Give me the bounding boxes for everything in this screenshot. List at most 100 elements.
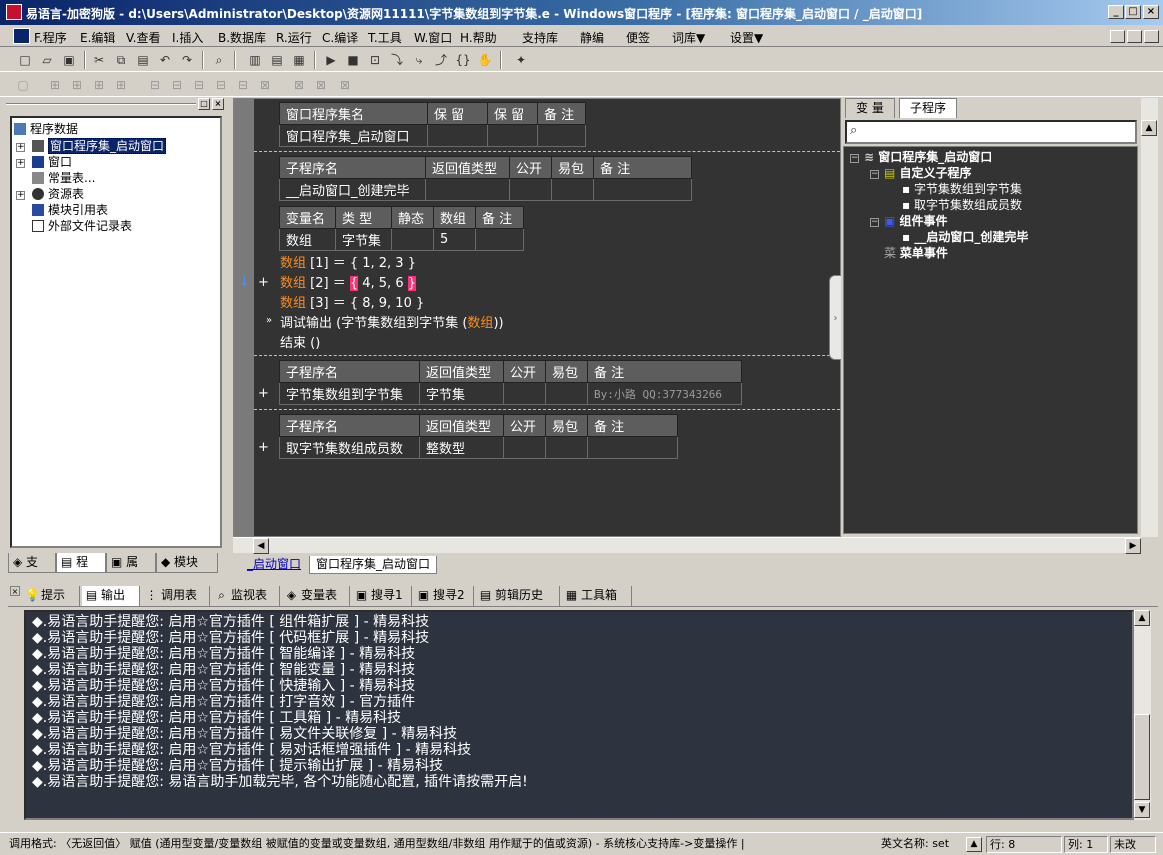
align-right-icon[interactable]: ⊞	[68, 76, 86, 94]
expand-icon[interactable]: +	[16, 191, 25, 200]
project-tree[interactable]: 程序数据 + 窗口程序集_启动窗口 + 窗口 常量表... + 资源表 模块引用…	[10, 116, 222, 548]
hand-icon[interactable]: ✋	[476, 51, 494, 69]
same-size-icon[interactable]: ⊟	[234, 76, 252, 94]
open-folder-icon[interactable]: ▱	[38, 51, 56, 69]
panel-collapse-handle[interactable]: ›	[829, 275, 841, 360]
output-vertical-scrollbar[interactable]: ▲ ▼	[1134, 610, 1151, 820]
tab-clipboard-history[interactable]: ▤ 剪辑历史	[476, 586, 560, 606]
menu-window[interactable]: W.窗口	[414, 29, 452, 46]
tab-support[interactable]: ◈ 支	[8, 553, 56, 573]
scroll-right-arrow-icon[interactable]: ▶	[1125, 538, 1141, 554]
tree-item-program-data[interactable]: 程序数据	[14, 121, 78, 137]
output-panel[interactable]: ◆.易语言助手提醒您: 启用☆官方插件 [ 组件箱扩展 ] - 精易科技 ◆.易…	[24, 610, 1134, 820]
code-line[interactable]: 数组 [3] ＝ { 8, 9, 10 }	[280, 295, 424, 313]
menu-help[interactable]: H.帮助	[460, 29, 497, 46]
menu-tools[interactable]: T.工具	[368, 29, 402, 46]
remark-cell[interactable]: By:小路 QQ:377343266	[587, 382, 742, 405]
space-vertical-icon[interactable]: ⊠	[290, 76, 308, 94]
epkg-cell[interactable]	[545, 382, 588, 405]
minimize-button[interactable]: _	[1108, 5, 1124, 19]
menu-insert[interactable]: I.插入	[172, 29, 203, 46]
tree-item-menu-events[interactable]: 菜 菜单事件	[884, 245, 948, 261]
layout2-icon[interactable]: ▤	[268, 51, 286, 69]
align-bottom-icon[interactable]: ⊞	[112, 76, 130, 94]
menu-edit[interactable]: E.编辑	[80, 29, 115, 46]
public-cell[interactable]	[509, 178, 552, 201]
array-cell[interactable]: 5	[433, 228, 476, 251]
menu-notes[interactable]: 便签	[626, 29, 650, 46]
close-button[interactable]: ×	[1143, 5, 1159, 19]
code-line[interactable]: 调试输出 (字节集数组到字节集 (数组))	[280, 315, 504, 333]
tree-item-assembly[interactable]: ≋ 窗口程序集_启动窗口	[864, 149, 992, 165]
tab-search2[interactable]: ▣ 搜寻2	[414, 586, 474, 606]
var-name-cell[interactable]: 数组	[279, 228, 336, 251]
remark-cell[interactable]	[587, 436, 678, 459]
center-horizontal-icon[interactable]: ⊟	[146, 76, 164, 94]
reserved-cell-1[interactable]	[427, 124, 488, 147]
plugin-icon[interactable]: ✦	[512, 51, 530, 69]
panel-close-button[interactable]: ×	[212, 98, 224, 110]
space-horizontal-icon[interactable]: ⊠	[256, 76, 274, 94]
find-icon[interactable]: ⌕	[210, 51, 228, 69]
step-out-icon[interactable]: ⤴	[432, 51, 450, 69]
copy-icon[interactable]: ⧉	[112, 51, 130, 69]
scroll-left-arrow-icon[interactable]: ◀	[253, 538, 269, 554]
same-height-icon[interactable]: ⊟	[212, 76, 230, 94]
tree-item-module-refs[interactable]: 模块引用表	[32, 202, 108, 218]
reserved-cell-2[interactable]	[487, 124, 538, 147]
tree-item-event[interactable]: ▪ __启动窗口_创建完毕	[902, 229, 1028, 245]
editor-horizontal-scrollbar[interactable]: ◀ ▶	[233, 537, 1141, 554]
tree-item-constants[interactable]: 常量表...	[32, 170, 95, 186]
tree-item-component-events[interactable]: ▣ 组件事件	[884, 213, 948, 229]
menu-compile[interactable]: C.编译	[322, 29, 358, 46]
subroutine-tree[interactable]: − ≋ 窗口程序集_启动窗口 − ▤ 自定义子程序 ▪ 字节集数组到字节集 ▪ …	[843, 146, 1138, 534]
scroll-down-arrow-icon[interactable]: ▼	[1134, 802, 1150, 818]
epkg-cell[interactable]	[551, 178, 594, 201]
bottom-panel-close-button[interactable]: ×	[10, 586, 20, 596]
expand-plus-icon[interactable]: +	[258, 275, 269, 290]
paste-icon[interactable]: ▤	[134, 51, 152, 69]
menu-settings[interactable]: 设置▼	[730, 29, 763, 46]
code-line[interactable]: 数组 [1] ＝ { 1, 2, 3 }	[280, 255, 416, 273]
tab-call-table[interactable]: ⋮ 调用表	[142, 586, 210, 606]
tab-variable-table[interactable]: ◈ 变量表	[282, 586, 350, 606]
center-vertical-icon[interactable]: ⊟	[168, 76, 186, 94]
tab-watch[interactable]: ⌕ 监视表	[212, 586, 280, 606]
tree-item-sub[interactable]: ▪ 字节集数组到字节集	[902, 181, 1022, 197]
run-icon[interactable]: ▶	[322, 51, 340, 69]
menu-static-compile[interactable]: 静编	[580, 29, 604, 46]
step-over-icon[interactable]: ⤷	[410, 51, 428, 69]
code-line[interactable]: 数组 [2] ＝ { 4, 5, 6 }	[280, 275, 416, 293]
align-top-icon[interactable]: ⊞	[90, 76, 108, 94]
expand-icon[interactable]: +	[16, 159, 25, 168]
menu-program[interactable]: F.程序	[34, 29, 67, 46]
tab-output[interactable]: ▤ 输出	[82, 586, 140, 606]
status-up-arrow-icon[interactable]: ▲	[966, 837, 982, 852]
remark-cell[interactable]	[593, 178, 692, 201]
tab-startup-window[interactable]: _启动窗口	[241, 556, 307, 574]
tab-module[interactable]: ◆ 模块	[156, 553, 218, 573]
sub-name-cell[interactable]: 字节集数组到字节集	[279, 382, 420, 405]
maximize-button[interactable]: □	[1125, 5, 1141, 19]
return-type-cell[interactable]: 字节集	[419, 382, 504, 405]
tab-window-assembly[interactable]: 窗口程序集_启动窗口	[309, 556, 438, 574]
same-width-icon[interactable]: ⊟	[190, 76, 208, 94]
subroutine-search-input[interactable]: ⌕	[845, 120, 1137, 144]
tree-item-window[interactable]: 窗口	[32, 154, 72, 170]
menu-support-lib[interactable]: 支持库	[522, 29, 558, 46]
mdi-restore-button[interactable]	[1127, 30, 1142, 43]
stop-icon[interactable]: ■	[344, 51, 362, 69]
public-cell[interactable]	[503, 436, 546, 459]
static-cell[interactable]	[391, 228, 434, 251]
align-left-icon[interactable]: ⊞	[46, 76, 64, 94]
breakpoint-icon[interactable]: ⊡	[366, 51, 384, 69]
tab-property[interactable]: ▣ 属	[106, 553, 156, 573]
tree-item-custom-subs[interactable]: ▤ 自定义子程序	[884, 165, 972, 181]
mdi-minimize-button[interactable]	[1110, 30, 1125, 43]
return-type-cell[interactable]	[425, 178, 510, 201]
menu-database[interactable]: B.数据库	[218, 29, 266, 46]
tab-order-icon[interactable]: ⊠	[312, 76, 330, 94]
tree-item-external-files[interactable]: 外部文件记录表	[32, 218, 132, 234]
expand-plus-icon[interactable]: +	[258, 440, 269, 455]
sub-name-cell[interactable]: __启动窗口_创建完毕	[279, 178, 426, 201]
